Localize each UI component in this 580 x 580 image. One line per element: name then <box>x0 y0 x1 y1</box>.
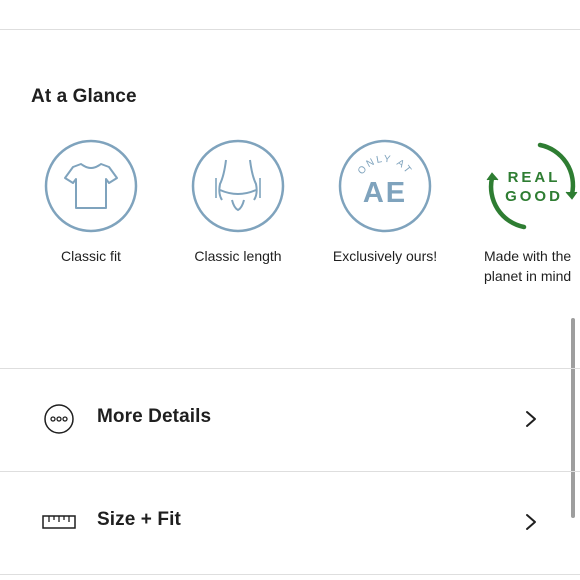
only-at-ae-badge: ONLY AT AE <box>337 138 433 234</box>
glance-label-line1: Made with the <box>484 248 572 264</box>
badge-top-text: ONLY AT <box>356 154 412 177</box>
glance-label-line2: planet in mind <box>484 268 572 284</box>
glance-label: Made with the planet in mind <box>484 246 580 286</box>
at-a-glance-carousel[interactable]: Classic fit Classic length ONLY AT AE Ex… <box>0 138 580 298</box>
row-label: More Details <box>97 406 212 427</box>
section-title: At a Glance <box>31 86 137 107</box>
top-divider <box>0 29 580 30</box>
torso-length-icon <box>190 138 286 234</box>
glance-label: Classic length <box>194 248 282 264</box>
real-good-badge: REAL GOOD <box>484 138 580 234</box>
ruler-icon <box>42 507 76 537</box>
more-details-row[interactable]: More Details <box>0 369 568 471</box>
glance-label: Classic fit <box>61 248 121 264</box>
badge-main-text: AE <box>363 177 407 209</box>
bottom-divider <box>0 574 580 575</box>
tshirt-icon <box>43 138 139 234</box>
row-label: Size + Fit <box>97 509 181 530</box>
badge-line2: GOOD <box>505 188 563 205</box>
glance-label: Exclusively ours! <box>332 248 438 264</box>
chevron-right-icon <box>526 411 536 427</box>
svg-text:ONLY AT: ONLY AT <box>356 154 414 177</box>
chevron-right-icon <box>526 514 536 530</box>
size-fit-row[interactable]: Size + Fit <box>0 472 568 574</box>
scrollbar[interactable] <box>571 318 575 518</box>
badge-line1: REAL <box>508 169 561 186</box>
more-dots-icon <box>42 404 76 434</box>
